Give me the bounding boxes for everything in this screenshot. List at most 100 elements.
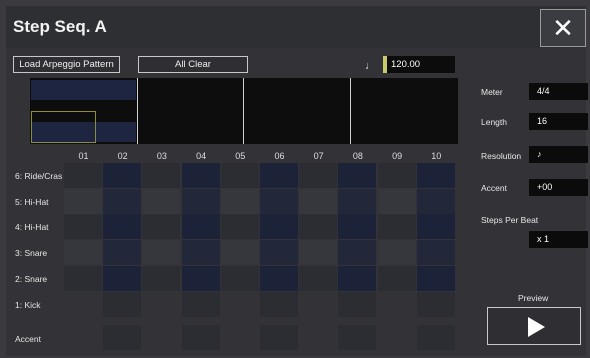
step-cell[interactable]: [142, 214, 181, 240]
close-icon: ✕: [552, 13, 574, 43]
step-cell[interactable]: [64, 163, 102, 188]
step-cell[interactable]: [338, 163, 377, 188]
step-cell[interactable]: [416, 240, 455, 266]
accent-cell[interactable]: [416, 325, 455, 350]
all-clear-button[interactable]: All Clear: [138, 56, 248, 73]
row-label: 5: Hi-Hat: [15, 196, 49, 207]
step-cell[interactable]: [181, 214, 220, 240]
step-cell[interactable]: [221, 292, 259, 317]
pattern-overview[interactable]: [30, 78, 458, 144]
step-cell[interactable]: [299, 292, 337, 317]
step-cell[interactable]: [338, 265, 377, 291]
accent-row-label: Accent: [15, 334, 41, 344]
step-cell[interactable]: [260, 265, 298, 291]
overview-divider: [137, 78, 138, 144]
step-cell[interactable]: [260, 188, 298, 214]
step-cell[interactable]: [181, 240, 220, 266]
accent-cell[interactable]: [260, 325, 298, 350]
overview-divider: [350, 78, 351, 144]
step-cell[interactable]: [377, 163, 416, 188]
step-cell[interactable]: [103, 214, 142, 240]
step-cell[interactable]: [220, 265, 259, 291]
steps-per-beat-field[interactable]: x 1: [529, 231, 588, 248]
step-cell[interactable]: [416, 214, 455, 240]
step-cell[interactable]: [338, 291, 377, 317]
meter-field[interactable]: 4/4: [529, 83, 588, 100]
step-cell[interactable]: [142, 188, 181, 214]
step-cell[interactable]: [142, 265, 181, 291]
accent-cell[interactable]: [103, 325, 142, 350]
overview-range-marker[interactable]: [31, 111, 96, 143]
preview-button[interactable]: [487, 307, 581, 345]
overview-divider: [243, 78, 244, 144]
page-title: Step Seq. A: [13, 17, 107, 36]
load-arpeggio-pattern-button[interactable]: Load Arpeggio Pattern: [13, 56, 120, 73]
accent-cell[interactable]: [181, 325, 220, 350]
step-cell[interactable]: [142, 163, 181, 188]
step-cell[interactable]: [181, 188, 220, 214]
step-cell[interactable]: [299, 163, 338, 188]
step-cell[interactable]: [378, 292, 416, 317]
step-header: 05: [235, 151, 246, 161]
step-cell[interactable]: [181, 291, 220, 317]
step-cell[interactable]: [338, 214, 377, 240]
resolution-label: Resolution: [481, 151, 522, 161]
step-cell[interactable]: [142, 240, 181, 266]
step-cell[interactable]: [260, 240, 298, 266]
step-cell[interactable]: [416, 188, 455, 214]
step-cell[interactable]: [142, 292, 180, 317]
step-cell[interactable]: [103, 240, 142, 266]
step-cell[interactable]: [220, 240, 259, 266]
step-cell[interactable]: [416, 163, 455, 188]
step-cell[interactable]: [181, 265, 220, 291]
step-cell[interactable]: [377, 265, 416, 291]
step-cell[interactable]: [181, 163, 220, 188]
step-header: 04: [196, 151, 207, 161]
step-cell[interactable]: [299, 214, 338, 240]
row-label: 1: Kick: [15, 299, 41, 310]
accent-param-label: Accent: [481, 183, 507, 193]
step-cell[interactable]: [103, 291, 142, 317]
accent-field[interactable]: +00: [529, 179, 588, 196]
step-header: 03: [156, 151, 167, 161]
row-label: 2: Snare: [15, 273, 48, 284]
tempo-field[interactable]: 120.00: [383, 56, 455, 73]
step-cell[interactable]: [416, 265, 455, 291]
overview-block: [31, 80, 136, 100]
step-cell[interactable]: [377, 214, 416, 240]
close-button[interactable]: ✕: [540, 9, 586, 47]
tempo-indicator: [383, 56, 387, 73]
step-cell[interactable]: [416, 291, 455, 317]
step-cell[interactable]: [299, 188, 338, 214]
step-cell[interactable]: [103, 188, 142, 214]
step-cell[interactable]: [64, 214, 102, 240]
step-cell[interactable]: [220, 188, 259, 214]
preview-label: Preview: [518, 293, 549, 303]
step-cell[interactable]: [103, 265, 142, 291]
length-field[interactable]: 16: [529, 113, 588, 130]
row-label: 4: Hi-Hat: [15, 222, 49, 233]
step-header: 10: [431, 151, 442, 161]
step-cell[interactable]: [299, 265, 338, 291]
step-header: 09: [392, 151, 403, 161]
step-cell[interactable]: [299, 240, 338, 266]
step-cell[interactable]: [64, 292, 102, 317]
step-cell[interactable]: [64, 188, 102, 214]
step-cell[interactable]: [377, 188, 416, 214]
step-cell[interactable]: [220, 163, 259, 188]
step-cell[interactable]: [338, 240, 377, 266]
step-cell[interactable]: [260, 214, 298, 240]
tempo-value: 120.00: [391, 59, 421, 70]
step-cell[interactable]: [103, 163, 142, 188]
step-cell[interactable]: [338, 188, 377, 214]
step-cell[interactable]: [220, 214, 259, 240]
resolution-field[interactable]: ♪: [529, 146, 588, 163]
step-cell[interactable]: [260, 163, 298, 188]
step-cell[interactable]: [260, 291, 298, 317]
step-header: 06: [274, 151, 285, 161]
accent-cell[interactable]: [338, 325, 377, 350]
steps-per-beat-label: Steps Per Beat: [481, 215, 539, 225]
step-cell[interactable]: [64, 265, 102, 291]
step-cell[interactable]: [377, 240, 416, 266]
step-cell[interactable]: [64, 240, 102, 266]
